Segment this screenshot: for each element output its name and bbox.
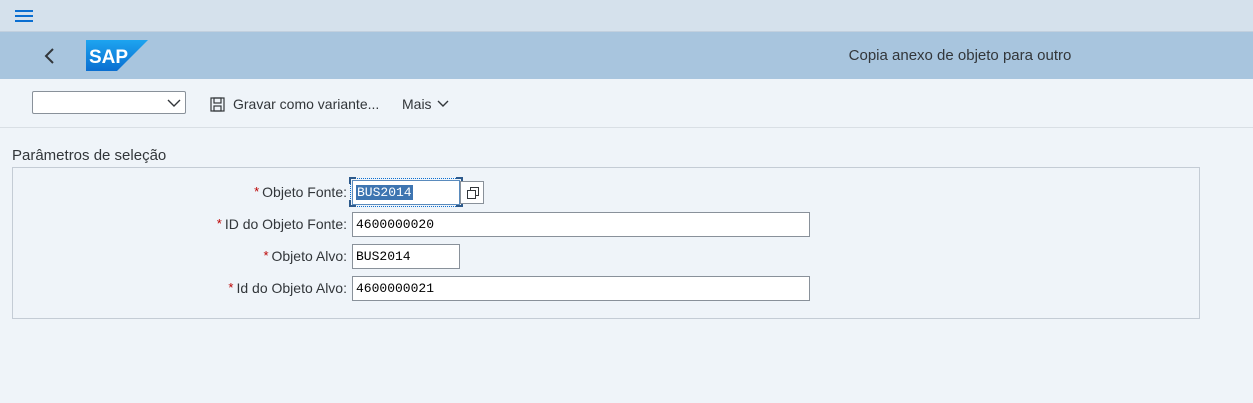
required-marker: * — [263, 248, 269, 263]
menu-bar — [0, 0, 1253, 32]
target-object-id-field[interactable]: 4600000021 — [352, 276, 810, 301]
shell-bar: SAP Copia anexo de objeto para outro — [0, 32, 1253, 79]
source-object-id-label: * ID do Objeto Fonte: — [216, 216, 347, 232]
section-title: Parâmetros de seleção — [12, 147, 167, 164]
back-button[interactable] — [38, 44, 62, 68]
value-help-button[interactable] — [460, 181, 484, 204]
svg-text:SAP: SAP — [89, 47, 128, 68]
sap-logo: SAP — [86, 40, 148, 71]
required-marker: * — [228, 280, 234, 295]
chevron-down-icon — [437, 100, 449, 107]
target-object-id-label: * Id do Objeto Alvo: — [228, 280, 347, 296]
save-icon — [210, 96, 225, 112]
value-help-icon — [467, 187, 479, 199]
save-as-variant-label: Gravar como variante... — [233, 96, 380, 112]
target-object-label: * Objeto Alvo: — [263, 248, 347, 264]
required-marker: * — [254, 184, 260, 199]
source-object-id-field[interactable]: 4600000020 — [352, 212, 810, 237]
toolbar: Gravar como variante... Mais — [0, 79, 1253, 128]
source-object-label: * Objeto Fonte: — [254, 184, 347, 200]
chevron-down-icon — [167, 99, 181, 107]
save-as-variant-button[interactable]: Gravar como variante... — [210, 95, 379, 113]
hamburger-menu-icon[interactable] — [15, 9, 33, 23]
target-object-field[interactable]: BUS2014 — [352, 244, 460, 269]
more-button[interactable]: Mais — [402, 95, 449, 113]
source-object-field[interactable]: BUS2014 — [350, 178, 462, 207]
page-title: Copia anexo de objeto para outro — [848, 47, 1072, 64]
more-label: Mais — [402, 96, 432, 112]
required-marker: * — [216, 216, 222, 231]
variant-select[interactable] — [32, 91, 186, 114]
chevron-left-icon — [44, 48, 54, 64]
